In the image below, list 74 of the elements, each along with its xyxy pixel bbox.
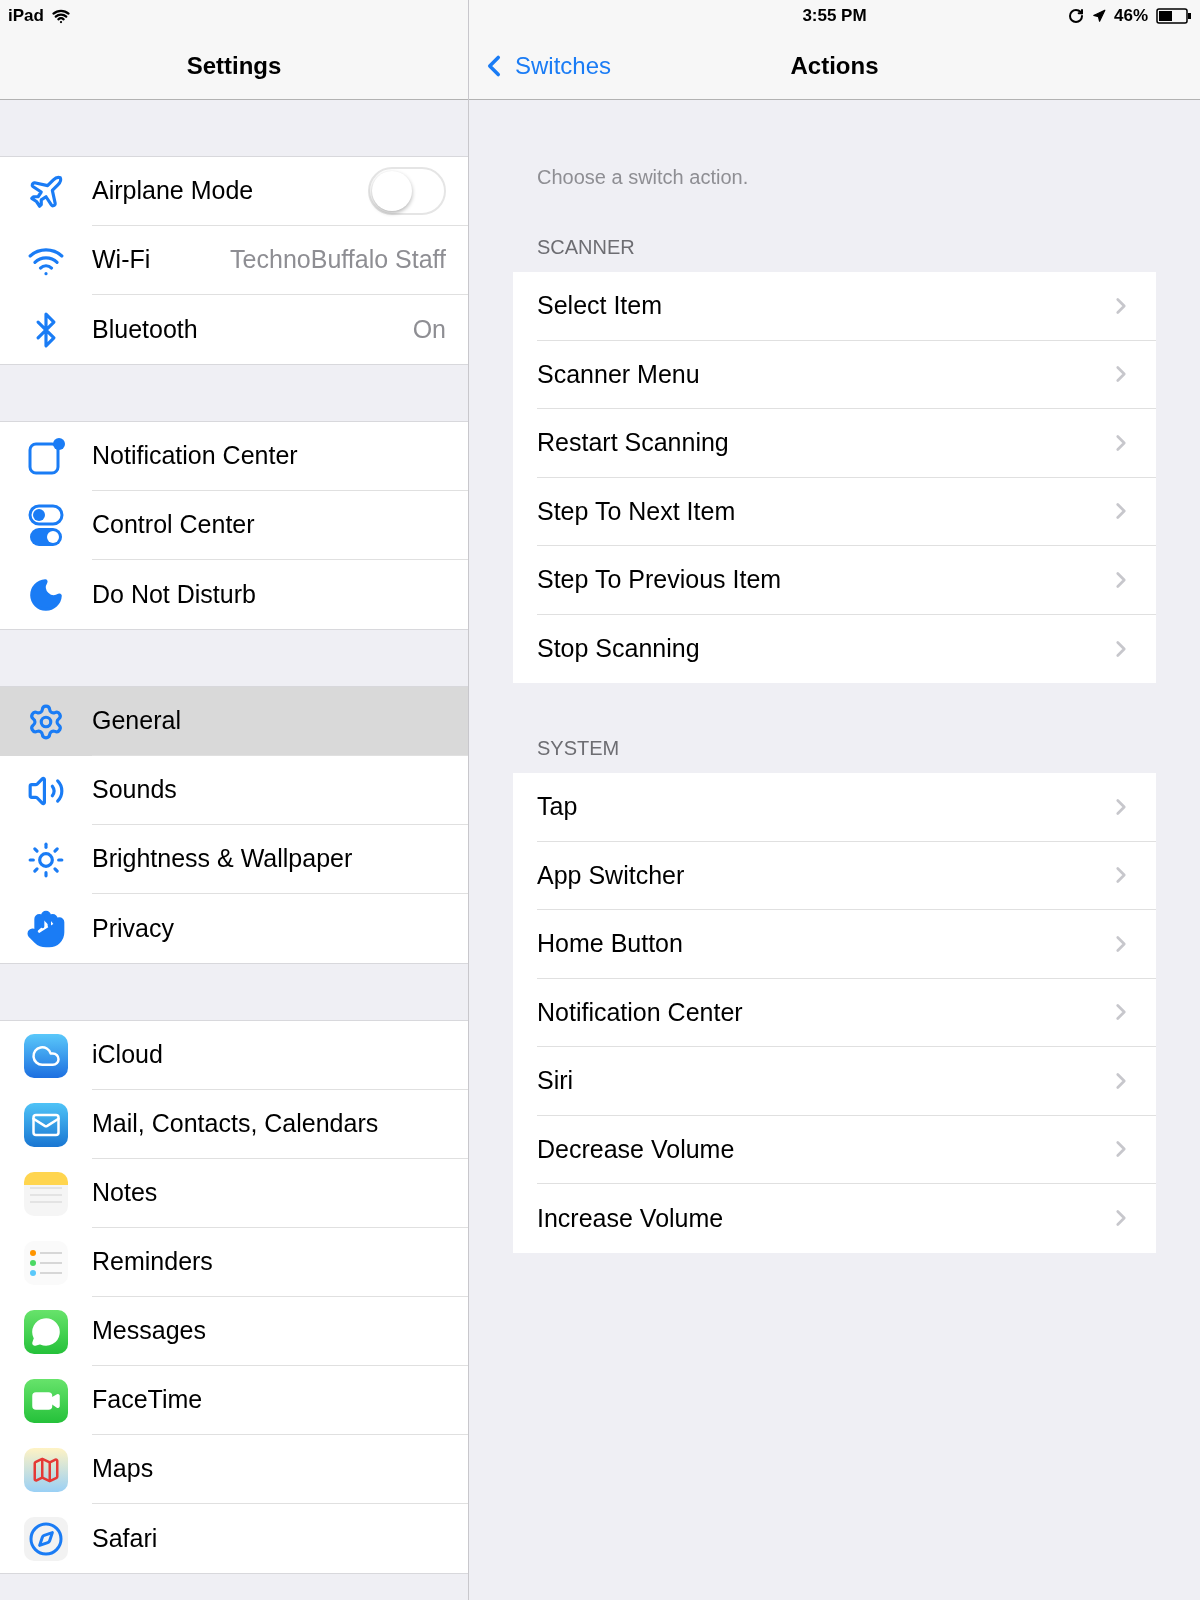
row-label: Stop Scanning [537,633,701,664]
settings-icon [27,702,65,741]
action-row[interactable]: Stop Scanning [513,614,1156,683]
row-label: Notification Center [92,440,299,472]
row-label: Select Item [537,290,664,321]
row-label: Airplane Mode [92,175,255,207]
row-value: TechnoBuffalo Staff [230,244,446,276]
row-label: Reminders [92,1246,214,1278]
page-title: Actions [790,50,879,81]
row-label: iCloud [92,1039,164,1071]
battery-percent: 46% [1113,5,1148,28]
section-header: SYSTEM [536,736,621,761]
toggle-switch[interactable] [368,167,446,215]
row-label: Notes [92,1177,159,1209]
action-row[interactable]: Notification Center [513,978,1156,1047]
settings-row[interactable]: General [0,687,468,756]
row-value: On [412,313,446,345]
sidebar-title: Settings [186,50,282,81]
rotation-lock-icon [1067,8,1084,24]
row-label: Step To Next Item [537,495,737,527]
back-button[interactable]: Switches [469,47,612,84]
toggles-icon [26,503,66,548]
action-row[interactable]: Step To Next Item [513,477,1156,546]
description-text: Choose a switch action. [536,165,750,190]
row-label: Home Button [537,928,684,959]
row-label: FaceTime [92,1384,204,1416]
sun-icon [27,840,65,879]
action-row[interactable]: Home Button [513,910,1156,979]
wifi-signal-icon [51,7,70,25]
hand-icon [26,908,66,949]
row-label: Maps [92,1453,155,1485]
row-label: Privacy [92,912,175,944]
action-row[interactable]: Step To Previous Item [513,546,1156,615]
action-row[interactable]: Restart Scanning [513,409,1156,478]
row-label: Bluetooth [92,313,199,345]
list-icon [24,1240,68,1285]
cloud-icon [24,1033,68,1078]
row-label: Do Not Disturb [92,578,257,610]
notepad-icon [24,1171,68,1216]
row-label: Control Center [92,509,256,541]
row-label: Wi-Fi [92,244,152,276]
row-label: Step To Previous Item [537,564,783,595]
mail-icon [24,1102,68,1147]
action-row[interactable]: Decrease Volume [513,1115,1156,1184]
row-label: Brightness & Wallpaper [92,843,354,875]
action-row[interactable]: Increase Volume [513,1184,1156,1253]
location-arrow-icon [1091,9,1106,23]
clock-time: 3:55 PM [802,5,867,28]
battery-icon [1156,8,1192,24]
row-label: Scanner Menu [537,358,701,390]
video-camera-icon [24,1378,68,1423]
action-row[interactable]: Select Item [513,272,1156,341]
compass-icon [24,1516,68,1561]
row-label: Decrease Volume [537,1133,736,1165]
row-label: Sounds [92,774,178,806]
row-label: Safari [92,1522,159,1554]
row-label: Increase Volume [537,1202,725,1234]
notification-icon [26,436,66,477]
section-header: SCANNER [536,235,636,260]
device-name: iPad [8,5,44,28]
chat-bubble-icon [24,1309,68,1354]
map-icon [24,1447,68,1492]
action-row[interactable]: App Switcher [513,841,1156,910]
row-label: General [92,705,182,737]
row-label: Restart Scanning [537,427,730,458]
action-row[interactable]: Tap [513,773,1156,842]
row-label: Notification Center [537,996,744,1028]
row-label: Mail, Contacts, Calendars [92,1108,380,1140]
action-row[interactable]: Siri [513,1047,1156,1116]
row-label: Tap [537,791,579,822]
row-label: Messages [92,1315,207,1347]
action-row[interactable]: Scanner Menu [513,340,1156,409]
row-label: App Switcher [537,859,686,891]
row-label: Siri [537,1065,575,1096]
